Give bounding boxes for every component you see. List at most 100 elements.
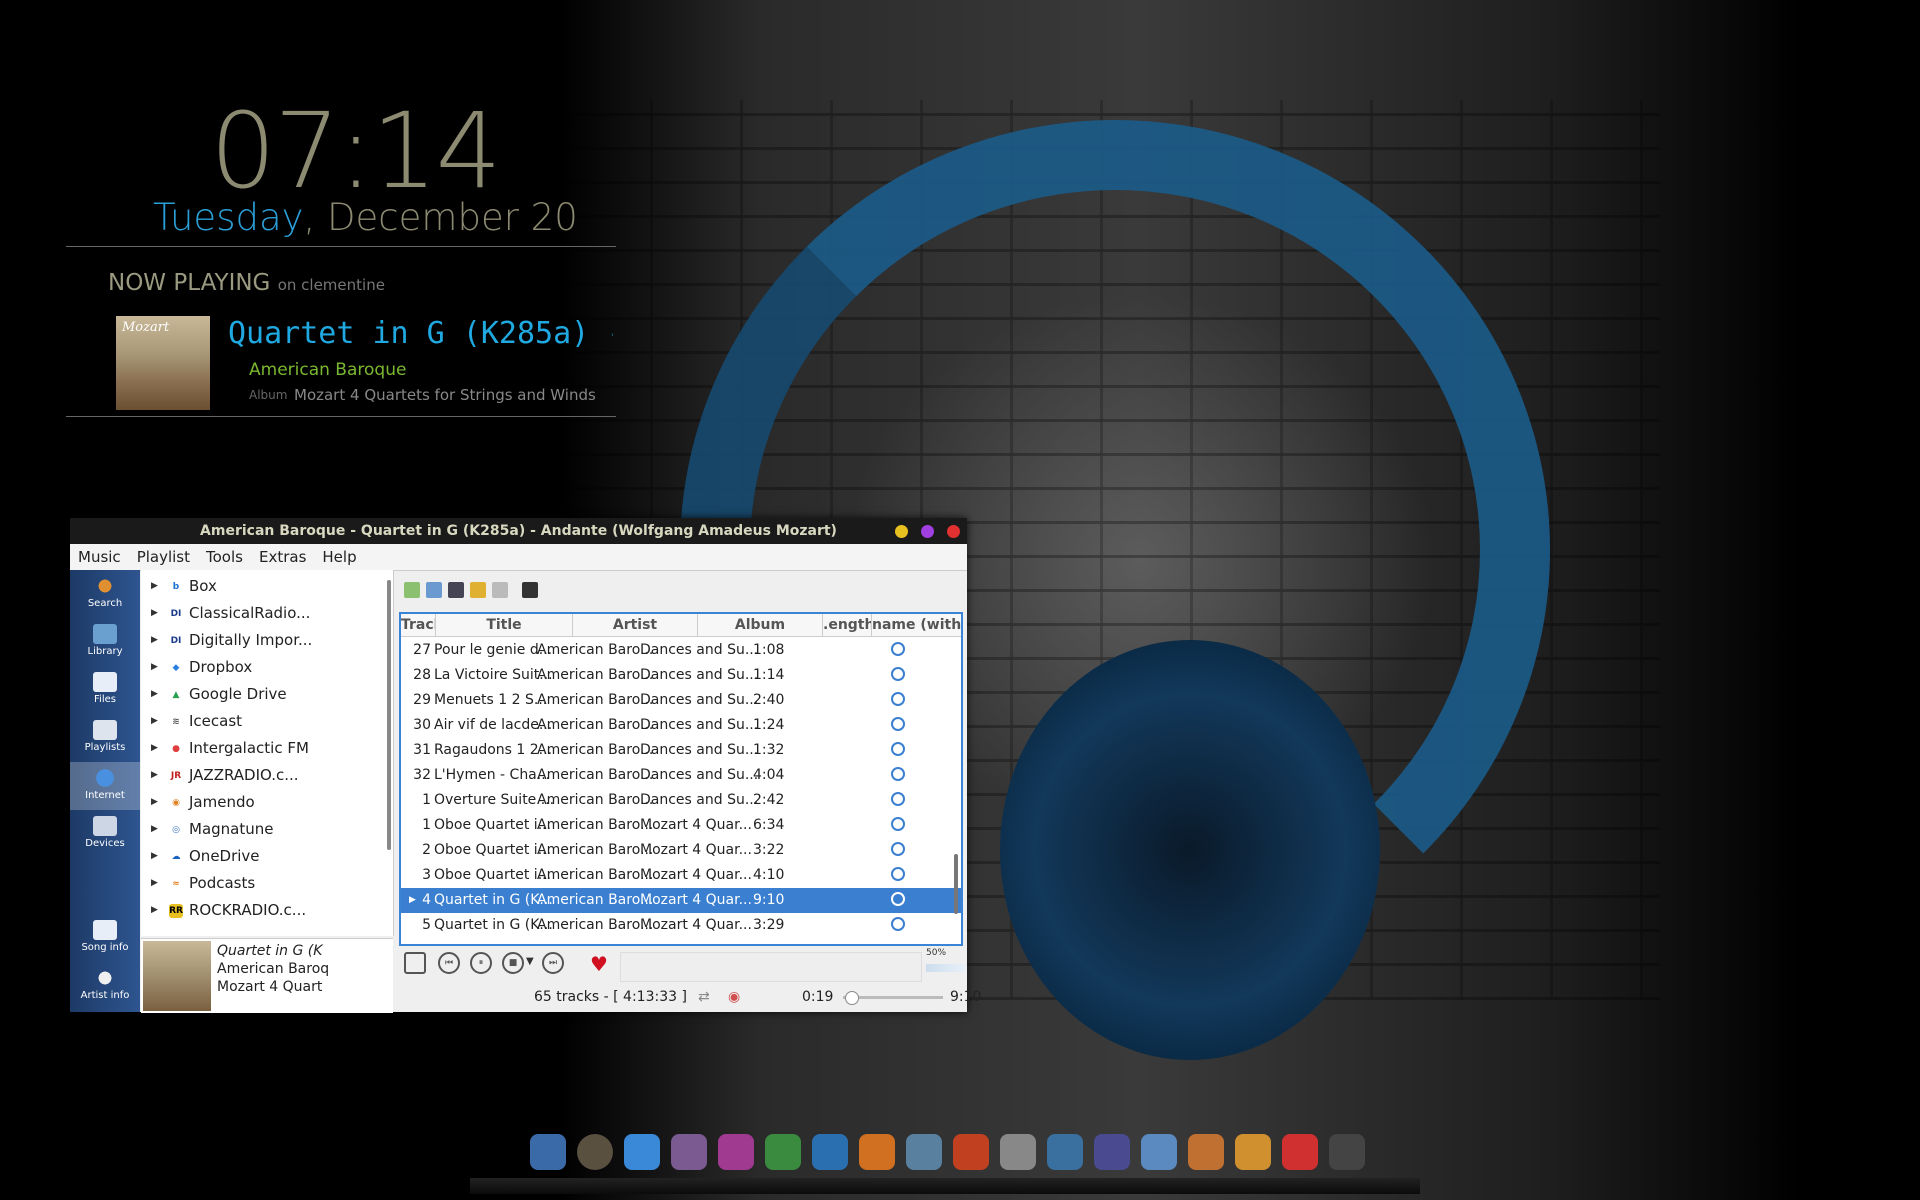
tree-scrollbar[interactable]: [387, 580, 391, 850]
expand-arrow-icon[interactable]: ▶: [151, 681, 158, 708]
stop-menu-chevron-icon[interactable]: ▼: [526, 956, 534, 967]
expand-arrow-icon[interactable]: ▶: [151, 573, 158, 600]
table-row[interactable]: 30 Air vif de lacde... American Baro... Dan…: [401, 713, 961, 738]
load-playlist-icon[interactable]: [426, 582, 442, 598]
table-row[interactable]: 32 L'Hymen - Cha... American Baro... Dances…: [401, 763, 961, 788]
sidebar-item-song-info[interactable]: Song info: [70, 914, 140, 962]
tree-item-icecast[interactable]: ▶ ≋ Icecast: [141, 708, 391, 735]
table-row[interactable]: 1 Overture Suite ... American Baro... Dance…: [401, 788, 961, 813]
file-manager-icon[interactable]: [530, 1134, 566, 1170]
sidebar-item-library[interactable]: Library: [70, 618, 140, 666]
tweak-icon[interactable]: [718, 1134, 754, 1170]
tree-item-intergalactic-fm[interactable]: ▶ ● Intergalactic FM: [141, 735, 391, 762]
sidebar-item-artist-info[interactable]: Artist info: [70, 962, 140, 1010]
minimize-button[interactable]: [895, 525, 908, 538]
pause-icon[interactable]: ⏸: [470, 952, 492, 974]
chromium-icon[interactable]: [624, 1134, 660, 1170]
col-track[interactable]: Tracl: [401, 614, 436, 637]
table-row[interactable]: 5 Quartet in G (K... American Baro... Mozar…: [401, 913, 961, 938]
redo-icon[interactable]: [492, 582, 508, 598]
menu-help[interactable]: Help: [314, 544, 364, 570]
table-row[interactable]: 27 Pour le genie d... American Baro... Danc…: [401, 638, 961, 663]
menu-music[interactable]: Music: [70, 544, 129, 570]
col-title[interactable]: Title: [436, 614, 573, 637]
tools-icon[interactable]: [1188, 1134, 1224, 1170]
expand-arrow-icon[interactable]: ▶: [151, 600, 158, 627]
expand-arrow-icon[interactable]: ▶: [151, 789, 158, 816]
expand-arrow-icon[interactable]: ▶: [151, 627, 158, 654]
sidebar-item-playlists[interactable]: Playlists: [70, 714, 140, 762]
table-row[interactable]: 2 Oboe Quartet i... American Baro... Mozart…: [401, 838, 961, 863]
usb-icon[interactable]: [1094, 1134, 1130, 1170]
playlist-menu-icon[interactable]: [404, 952, 426, 974]
spectrum-analyzer[interactable]: [620, 952, 922, 982]
tree-item-google-drive[interactable]: ▶ ▲ Google Drive: [141, 681, 391, 708]
expand-arrow-icon[interactable]: ▶: [151, 762, 158, 789]
expand-arrow-icon[interactable]: ▶: [151, 654, 158, 681]
playlist-scrollbar[interactable]: [954, 854, 958, 914]
sidebar-item-search[interactable]: Search: [70, 570, 140, 618]
expand-arrow-icon[interactable]: ▶: [151, 816, 158, 843]
tree-item-jazzradio[interactable]: ▶ JR JAZZRADIO.c...: [141, 762, 391, 789]
expand-arrow-icon[interactable]: ▶: [151, 897, 158, 924]
tree-item-rockradio[interactable]: ▶ RR ROCKRADIO.c...: [141, 897, 391, 924]
save-playlist-icon[interactable]: [448, 582, 464, 598]
vpn-icon[interactable]: [765, 1134, 801, 1170]
table-row[interactable]: 31 Ragaudons 1 2... American Baro... Dances…: [401, 738, 961, 763]
image-editor-icon[interactable]: [953, 1134, 989, 1170]
close-button[interactable]: [947, 525, 960, 538]
tree-item-dropbox[interactable]: ▶ ◆ Dropbox: [141, 654, 391, 681]
col-album[interactable]: Album: [698, 614, 823, 637]
menu-tools[interactable]: Tools: [198, 544, 251, 570]
settings-icon[interactable]: [812, 1134, 848, 1170]
sidebar-item-files[interactable]: Files: [70, 666, 140, 714]
tree-item-onedrive[interactable]: ▶ ☁ OneDrive: [141, 843, 391, 870]
sidebar-item-internet[interactable]: Internet: [70, 762, 140, 810]
disk-icon[interactable]: [1000, 1134, 1036, 1170]
expand-arrow-icon[interactable]: ▶: [151, 843, 158, 870]
maximize-button[interactable]: [921, 525, 934, 538]
volume-slider[interactable]: 50%: [926, 948, 966, 978]
editor-icon[interactable]: [1141, 1134, 1177, 1170]
table-row[interactable]: 3 Oboe Quartet i... American Baro... Mozart…: [401, 863, 961, 888]
tree-item-digitally-imported[interactable]: ▶ DI Digitally Impor...: [141, 627, 391, 654]
expand-arrow-icon[interactable]: ▶: [151, 870, 158, 897]
undo-icon[interactable]: [470, 582, 486, 598]
love-heart-icon[interactable]: ♥: [590, 952, 608, 976]
expand-arrow-icon[interactable]: ▶: [151, 708, 158, 735]
table-row[interactable]: 1 Oboe Quartet i... American Baro... Mozart…: [401, 813, 961, 838]
power-icon[interactable]: [1282, 1134, 1318, 1170]
tree-item-podcasts[interactable]: ▶ ≈ Podcasts: [141, 870, 391, 897]
media-icon[interactable]: [1329, 1134, 1365, 1170]
tree-item-magnatune[interactable]: ▶ ◎ Magnatune: [141, 816, 391, 843]
previous-icon[interactable]: ⏮: [438, 952, 460, 974]
now-playing-widget[interactable]: Quartet in G (K American Baroq Mozart 4 …: [141, 938, 393, 1013]
photos-icon[interactable]: [906, 1134, 942, 1170]
new-playlist-icon[interactable]: [404, 582, 420, 598]
window-titlebar[interactable]: American Baroque - Quartet in G (K285a) …: [70, 518, 967, 544]
lastfm-icon[interactable]: ◉: [728, 984, 740, 1010]
tree-item-jamendo[interactable]: ▶ ◉ Jamendo: [141, 789, 391, 816]
menu-extras[interactable]: Extras: [251, 544, 314, 570]
tree-item-classicalradio[interactable]: ▶ DI ClassicalRadio...: [141, 600, 391, 627]
col-filename[interactable]: name (without p: [872, 614, 961, 637]
table-row[interactable]: 29 Menuets 1 2 S... American Baro... Dances…: [401, 688, 961, 713]
col-length[interactable]: .ength: [823, 614, 872, 637]
audio-icon[interactable]: [671, 1134, 707, 1170]
col-artist[interactable]: Artist: [573, 614, 698, 637]
tree-item-box[interactable]: ▶ b Box: [141, 573, 391, 600]
seek-bar[interactable]: [843, 991, 943, 1005]
brave-icon[interactable]: [859, 1134, 895, 1170]
table-row[interactable]: 28 La Victoire Suit... American Baro... Dan…: [401, 663, 961, 688]
sidebar-item-devices[interactable]: Devices: [70, 810, 140, 858]
network-icon[interactable]: [1047, 1134, 1083, 1170]
menu-playlist[interactable]: Playlist: [129, 544, 198, 570]
seek-handle[interactable]: [844, 991, 859, 1005]
table-row[interactable]: ▶ 4 Quartet in G (K... American Baro... Moza…: [401, 888, 961, 913]
clear-playlist-icon[interactable]: [522, 582, 538, 598]
expand-arrow-icon[interactable]: ▶: [151, 735, 158, 762]
stop-icon[interactable]: ■: [502, 952, 524, 974]
gimp-icon[interactable]: [577, 1134, 613, 1170]
paint-icon[interactable]: [1235, 1134, 1271, 1170]
repeat-icon[interactable]: ⇄: [698, 984, 710, 1010]
